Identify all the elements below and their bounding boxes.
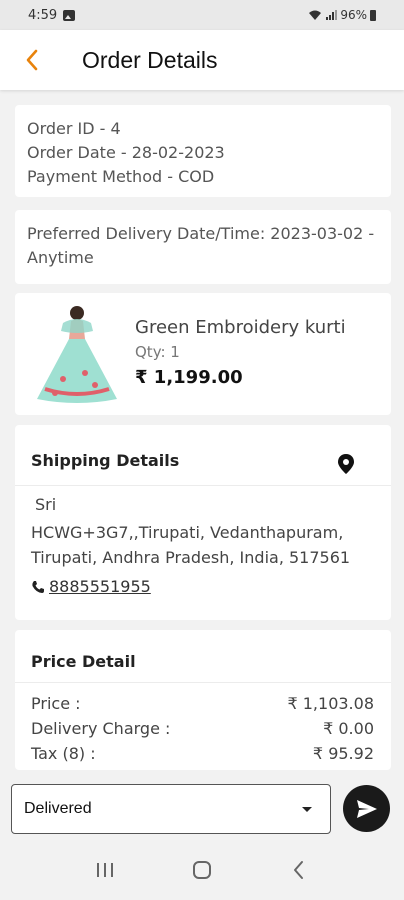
recents-icon — [96, 863, 113, 877]
product-price: ₹ 1,199.00 — [135, 367, 243, 388]
shipping-details-card: Shipping Details Sri HCWG+3G7,,Tirupati,… — [15, 425, 391, 620]
payment-method: Payment Method - COD — [27, 167, 215, 186]
location-pin-icon[interactable] — [335, 452, 357, 476]
delivery-charge-row: Delivery Charge : ₹ 0.00 — [31, 719, 374, 738]
send-button[interactable] — [343, 785, 390, 832]
shipping-title: Shipping Details — [31, 451, 180, 470]
status-time: 4:59 — [28, 7, 58, 23]
system-nav-bar — [0, 840, 404, 900]
price-value: ₹ 1,103.08 — [287, 694, 374, 713]
order-info-card: Order ID - 4 Order Date - 28-02-2023 Pay… — [15, 105, 391, 197]
shipping-address: HCWG+3G7,,Tirupati, Vedanthapuram, Tirup… — [31, 520, 381, 570]
status-bar: 4:59 96% — [0, 0, 404, 30]
back-nav-icon — [294, 861, 304, 879]
price-divider — [15, 682, 391, 683]
price-row: Price : ₹ 1,103.08 — [31, 694, 374, 713]
price-detail-title: Price Detail — [31, 652, 136, 671]
bottom-action-bar: Delivered — [0, 770, 404, 840]
phone-icon — [32, 580, 44, 593]
signal-icon — [326, 10, 338, 20]
battery-percent: 96% — [340, 8, 367, 22]
delivery-preference-card: Preferred Delivery Date/Time: 2023-03-02… — [15, 210, 391, 284]
send-icon — [356, 799, 377, 818]
gallery-notification-icon — [63, 9, 76, 21]
back-nav-button[interactable] — [279, 850, 319, 890]
battery-icon — [370, 9, 376, 21]
tax-row: Tax (8) : ₹ 95.92 — [31, 744, 374, 763]
shipping-address-line1: HCWG+3G7,,Tirupati, Vedanthapuram, — [31, 523, 344, 542]
phone-number[interactable]: 8885551955 — [49, 577, 151, 596]
price-label: Price : — [31, 694, 81, 713]
status-right: 96% — [308, 8, 376, 22]
app-header: Order Details — [0, 30, 404, 90]
order-status-selected: Delivered — [24, 800, 92, 817]
back-button[interactable] — [12, 40, 52, 80]
shipping-divider — [15, 485, 391, 486]
delivery-preference-line2: Anytime — [27, 248, 94, 267]
order-id: Order ID - 4 — [27, 119, 121, 138]
order-date: Order Date - 28-02-2023 — [27, 143, 225, 162]
product-card[interactable]: Green Embroidery kurti Qty: 1 ₹ 1,199.00 — [15, 293, 391, 415]
home-button[interactable] — [182, 850, 222, 890]
recents-button[interactable] — [85, 850, 125, 890]
home-icon — [192, 861, 211, 879]
product-name: Green Embroidery kurti — [135, 317, 346, 338]
price-detail-card: Price Detail Price : ₹ 1,103.08 Delivery… — [15, 630, 391, 770]
delivery-preference-line1: Preferred Delivery Date/Time: 2023-03-02… — [27, 224, 375, 243]
wifi-icon — [309, 10, 322, 20]
product-image — [37, 306, 117, 403]
tax-value: ₹ 95.92 — [312, 744, 374, 763]
shipping-name: Sri — [35, 495, 57, 514]
phone-link[interactable]: 8885551955 — [31, 577, 151, 596]
delivery-charge-label: Delivery Charge : — [31, 719, 171, 738]
order-status-dropdown[interactable]: Delivered — [11, 784, 331, 834]
tax-label: Tax (8) : — [31, 744, 96, 763]
dropdown-caret-icon — [302, 806, 312, 812]
product-qty: Qty: 1 — [135, 343, 180, 361]
shipping-address-line2: Tirupati, Andhra Pradesh, India, 517561 — [31, 548, 351, 567]
chevron-left-icon — [26, 49, 38, 71]
delivery-charge-value: ₹ 0.00 — [323, 719, 374, 738]
page-title: Order Details — [82, 46, 218, 73]
